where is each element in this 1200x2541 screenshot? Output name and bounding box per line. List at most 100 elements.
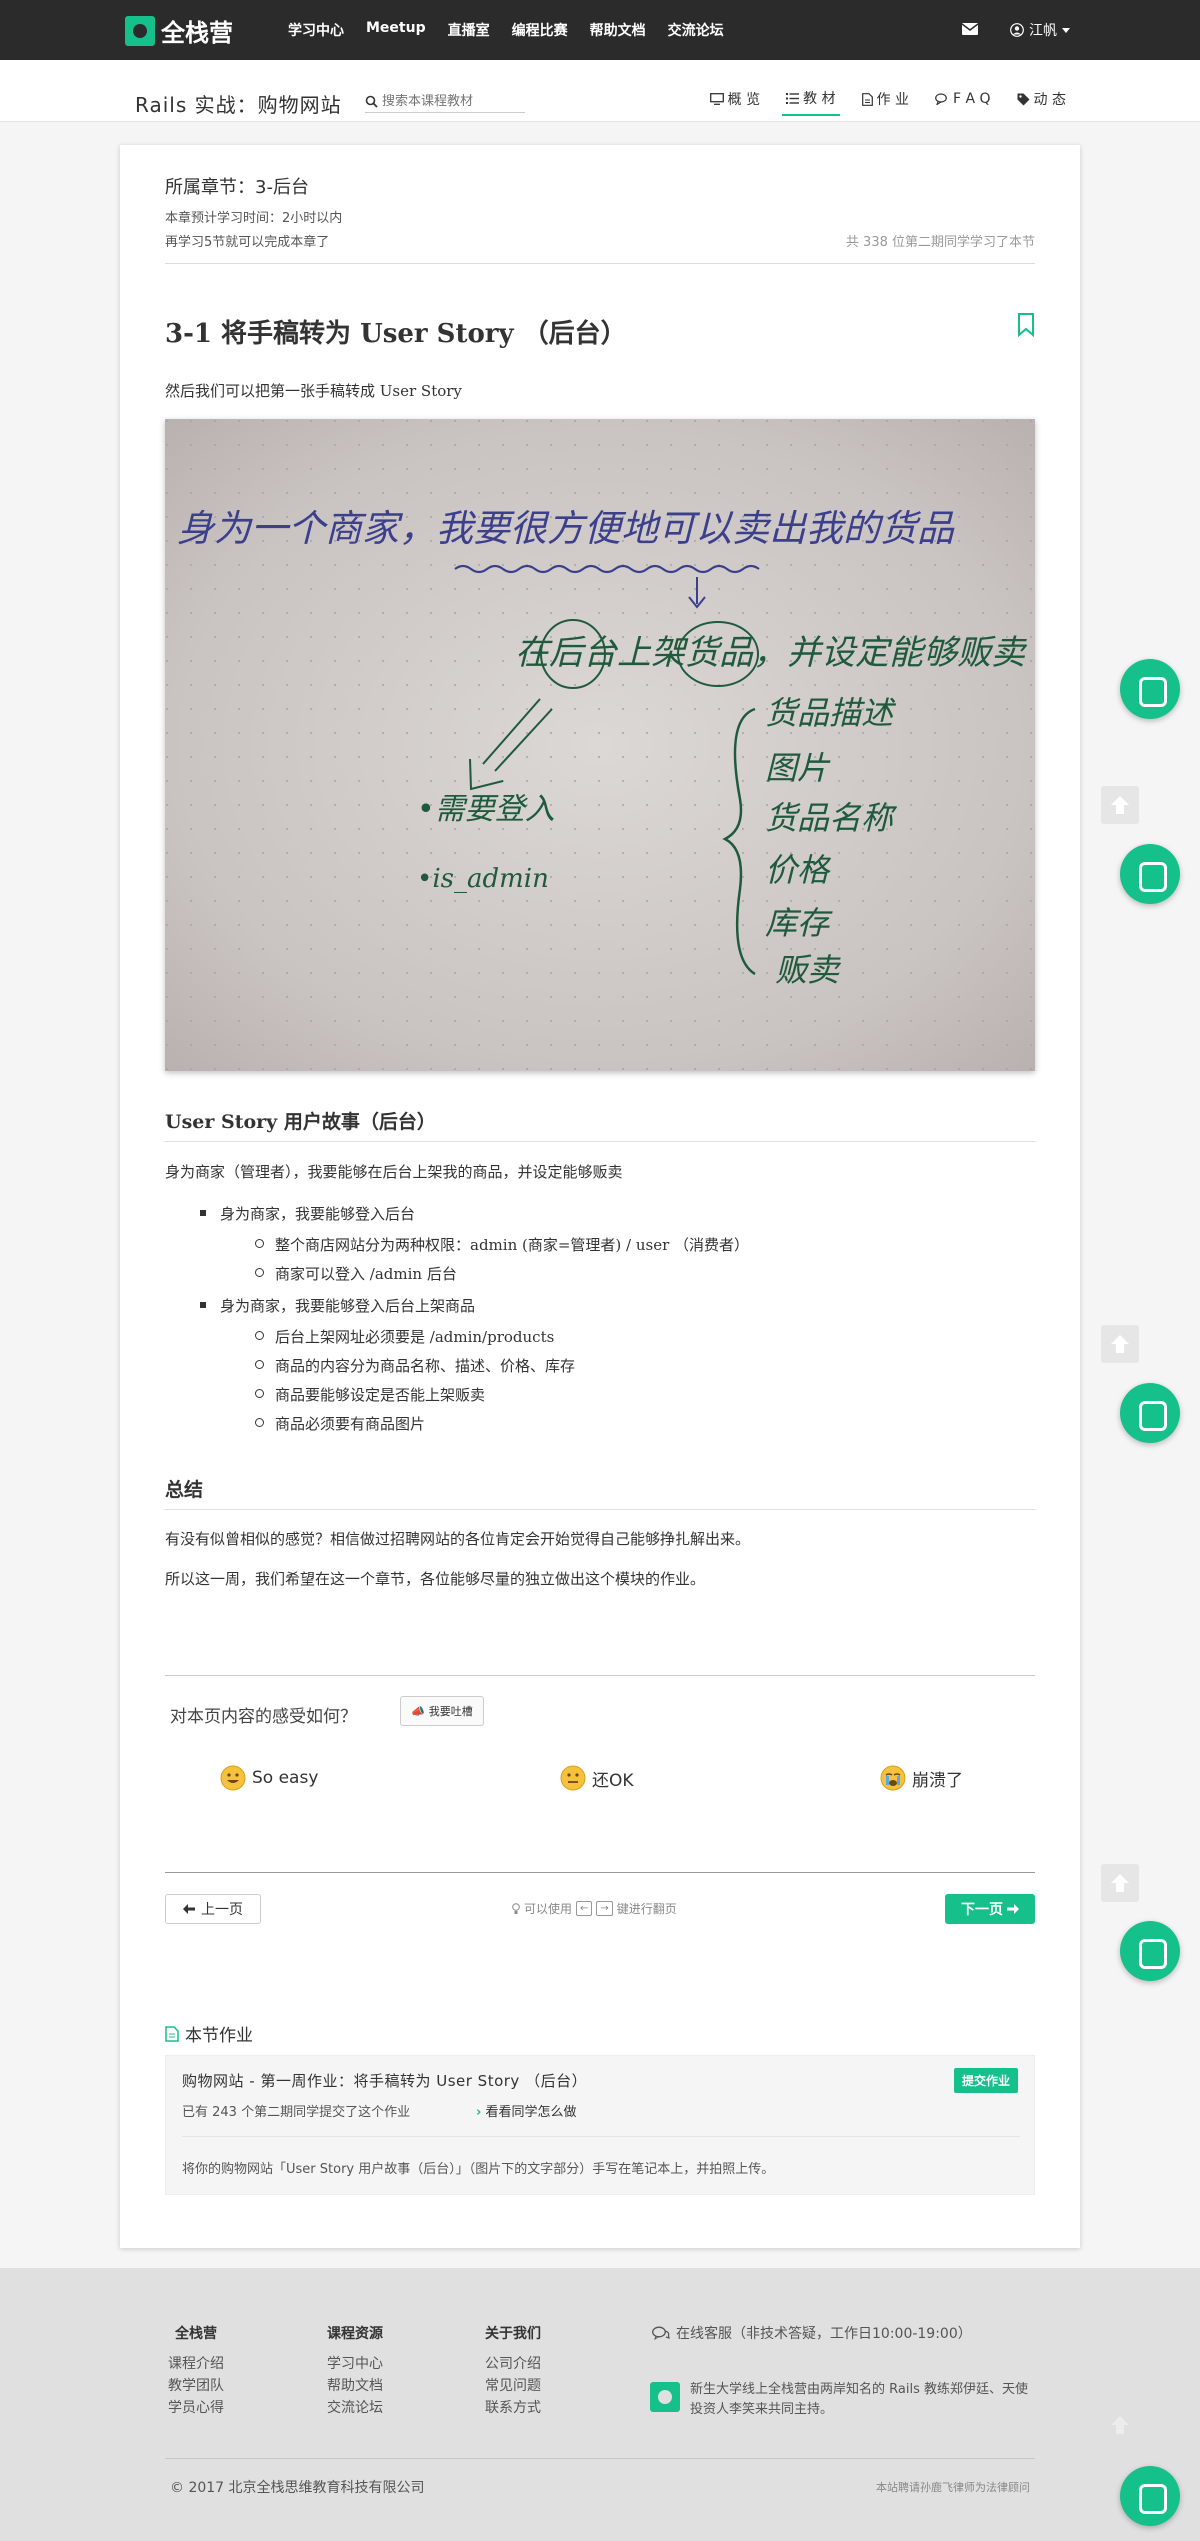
nav-item-contest[interactable]: 编程比赛 (512, 20, 568, 40)
feedback-option-label: 崩溃了 (912, 1770, 963, 1791)
homework-name[interactable]: 购物网站 - 第一周作业：将手稿转为 User Story （后台） (182, 2070, 587, 2091)
tab-activity[interactable]: 动 态 (1013, 88, 1070, 116)
list-item: 身为商家，我要能够登入后台 (199, 1205, 416, 1223)
online-service[interactable]: 在线客服（非技术答疑，工作日10:00-19:00） (652, 2323, 972, 2343)
next-label: 下一页 (961, 1902, 1003, 1918)
sketch-left-item: •需要登入 (417, 792, 555, 827)
brand-logo[interactable]: 全栈营 (125, 13, 233, 48)
document-icon (165, 2025, 179, 2042)
section-title-user-story: User Story 用户故事（后台） (165, 1111, 436, 1133)
sketch-left-item: •is_admin (417, 864, 549, 894)
footer-link[interactable]: 课程介绍 (168, 2353, 224, 2375)
arrow-right-icon (1007, 1904, 1019, 1914)
footer-link[interactable]: 公司介绍 (485, 2353, 541, 2375)
scroll-top-button[interactable] (1101, 1325, 1139, 1363)
mail-icon[interactable] (961, 22, 979, 38)
tab-materials[interactable]: 教 材 (782, 88, 840, 116)
see-peers-link[interactable]: › 看看同学怎么做 (476, 2101, 577, 2120)
tab-label: 教 材 (803, 91, 836, 107)
hint-suffix: 键进行翻页 (616, 1902, 677, 1916)
user-icon (1010, 23, 1024, 37)
footer-link[interactable]: 教学团队 (168, 2375, 224, 2397)
brand-name: 全栈营 (161, 19, 233, 47)
footer-column-bootcamp: 全栈营 课程介绍 教学团队 学员心得 (168, 2323, 224, 2419)
tab-label: F A Q (952, 91, 991, 107)
next-page-button[interactable]: 下一页 (945, 1894, 1035, 1924)
homework-description: 将你的购物网站「User Story 用户故事（后台）」（图片下的文字部分）手写… (182, 2162, 775, 2177)
footer-logo-icon (650, 2382, 680, 2412)
tab-homework[interactable]: 作 业 (858, 88, 913, 116)
chat-widget-button[interactable] (1120, 659, 1180, 719)
tag-icon (1017, 93, 1030, 105)
crying-face-icon (880, 1765, 906, 1791)
hint-prefix: 可以使用 (524, 1902, 573, 1916)
legal-counsel-note: 本站聘请孙鹿飞律师为法律顾问 (876, 2481, 1030, 2494)
footer-link[interactable]: 联系方式 (485, 2397, 541, 2419)
file-icon (861, 92, 873, 106)
scroll-top-button[interactable] (1101, 786, 1139, 824)
tab-label: 作 业 (876, 92, 909, 108)
nav-item-learning-center[interactable]: 学习中心 (288, 20, 344, 40)
nav-item-forum[interactable]: 交流论坛 (668, 20, 724, 40)
bookmark-icon[interactable] (1017, 313, 1035, 337)
chat-widget-button[interactable] (1120, 844, 1180, 904)
complain-button[interactable]: 📣 我要吐槽 (400, 1696, 484, 1726)
footer-link[interactable]: 交流论坛 (327, 2397, 383, 2419)
key-left: ← (576, 1901, 593, 1916)
homework-submission-count: 已有 243 个第二期同学提交了这个作业 (182, 2105, 411, 2120)
footer-column-title: 全栈营 (175, 2326, 217, 2342)
grin-face-icon (220, 1765, 246, 1791)
see-peers-label: 看看同学怎么做 (485, 2105, 577, 2120)
chat-icon (935, 93, 947, 105)
feedback-option-ok[interactable]: 还OK (560, 1765, 634, 1791)
list-subitem: 商品要能够设定是否能上架贩卖 (254, 1386, 486, 1404)
search-input[interactable] (382, 94, 512, 109)
footer-column-title: 关于我们 (485, 2326, 541, 2342)
homework-section-title: 本节作业 (165, 2021, 253, 2046)
main-nav: 学习中心 Meetup 直播室 编程比赛 帮助文档 交流论坛 (288, 20, 724, 40)
lesson-title: 3-1 将手稿转为 User Story （后台） (165, 319, 627, 349)
feedback-question: 对本页内容的感受如何？ (170, 1707, 357, 1727)
chapter-label: 所属章节：3-后台 (165, 177, 309, 198)
course-subnav: Rails 实战：购物网站 概 览 教 材 作 业 F A Q 动 态 (0, 60, 1200, 122)
neutral-face-icon (560, 1765, 586, 1791)
divider (165, 2458, 1035, 2459)
user-name: 江帆 (1029, 23, 1057, 39)
prev-page-button[interactable]: 上一页 (165, 1894, 261, 1924)
user-menu[interactable]: 江帆 (1010, 20, 1070, 40)
footer-link[interactable]: 常见问题 (485, 2375, 541, 2397)
search-icon (365, 95, 378, 108)
footer-link[interactable]: 学习中心 (327, 2353, 383, 2375)
nav-item-help-docs[interactable]: 帮助文档 (590, 20, 646, 40)
chevron-right-icon: › (476, 2105, 482, 2120)
scroll-top-button[interactable] (1101, 1864, 1139, 1902)
tab-overview[interactable]: 概 览 (706, 88, 764, 116)
course-search (365, 91, 525, 113)
chat-widget-button[interactable] (1120, 2466, 1180, 2526)
list-subitem: 商品必须要有商品图片 (254, 1415, 426, 1433)
sketch-right-item: 贩卖 (775, 951, 842, 989)
tab-faq[interactable]: F A Q (931, 88, 995, 116)
footer-intro: 新生大学线上全栈营由两岸知名的 Rails 教练郑伊廷、天使投资人李笑来共同主持… (690, 2382, 1028, 2417)
chat-widget-button[interactable] (1120, 1383, 1180, 1443)
scroll-top-button[interactable] (1101, 2406, 1139, 2444)
feedback-option-easy[interactable]: So easy (220, 1765, 318, 1791)
footer-link[interactable]: 学员心得 (168, 2397, 224, 2419)
submit-homework-button[interactable]: 提交作业 (953, 2068, 1018, 2093)
nav-item-live-room[interactable]: 直播室 (448, 20, 490, 40)
key-right: → (596, 1901, 613, 1916)
list-subitem: 后台上架网址必须要是 /admin/products (254, 1328, 555, 1346)
megaphone-icon: 📣 (411, 1704, 425, 1718)
feedback-option-crash[interactable]: 崩溃了 (880, 1765, 963, 1791)
prev-label: 上一页 (201, 1902, 243, 1918)
site-footer: 全栈营 课程介绍 教学团队 学员心得 课程资源 学习中心 帮助文档 交流论坛 关… (0, 2268, 1200, 2541)
course-tabs: 概 览 教 材 作 业 F A Q 动 态 (706, 88, 1070, 116)
divider (165, 1872, 1035, 1873)
homework-section-label: 本节作业 (185, 2026, 253, 2046)
chat-widget-button[interactable] (1120, 1921, 1180, 1981)
section-title-summary: 总结 (165, 1479, 204, 1501)
nav-item-meetup[interactable]: Meetup (366, 20, 426, 40)
course-title: Rails 实战：购物网站 (135, 93, 342, 117)
logo-icon (125, 15, 155, 46)
footer-link[interactable]: 帮助文档 (327, 2375, 383, 2397)
